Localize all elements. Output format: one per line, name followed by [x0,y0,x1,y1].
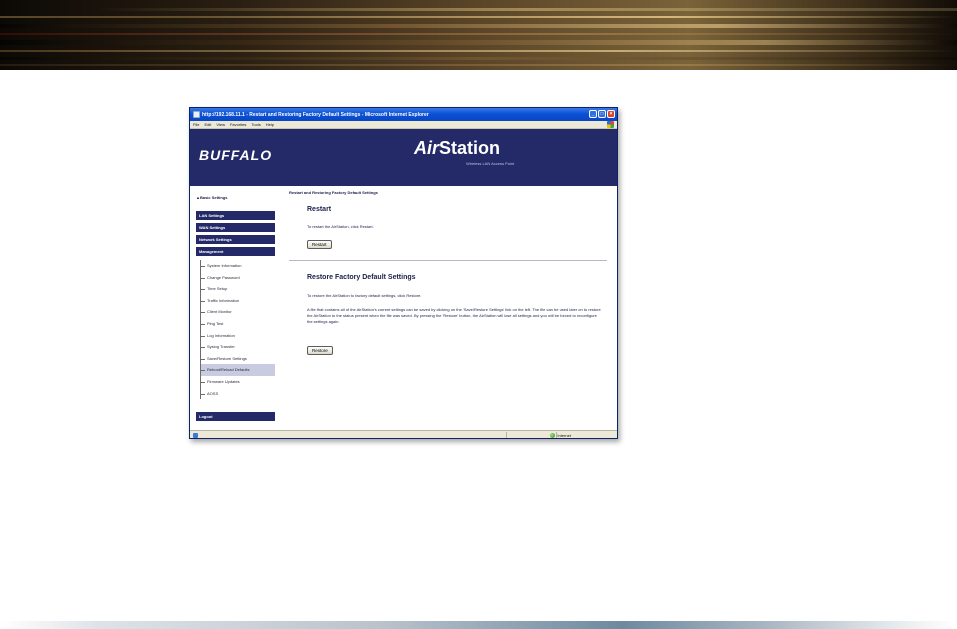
sidebar-item-log-information[interactable]: Log Information [201,330,275,342]
basic-settings-link[interactable]: ▲Basic Settings [196,195,228,200]
sidebar-item-firmware-updates[interactable]: Firmware Updates [201,376,275,388]
menu-bar: File Edit View Favorites Tools Help [190,121,617,129]
restart-button[interactable]: Restart [307,240,332,249]
nav-management[interactable]: Management [196,247,275,257]
window-title: http://192.168.11.1 - Restart and Restor… [202,111,429,118]
product-tagline: Wireless LAN Access Point [466,161,515,166]
nav-wan-settings[interactable]: WAN Settings [196,223,275,233]
sidebar-item-reboot-reload-defaults[interactable]: Reboot/Reload Defaults [201,364,275,376]
menu-view[interactable]: View [216,122,225,127]
security-zone: Internet [550,433,571,438]
sidebar-item-aoss[interactable]: AOSS [201,388,275,400]
restore-button[interactable]: Restore [307,346,333,355]
menu-edit[interactable]: Edit [204,122,211,127]
menu-help[interactable]: Help [266,122,274,127]
sidebar-item-client-monitor[interactable]: Client Monitor [201,306,275,318]
management-submenu: System Information Change Password Time … [200,260,275,400]
bottom-decorative-bar [0,621,957,629]
sidebar-item-syslog-transfer[interactable]: Syslog Transfer [201,341,275,353]
sidebar-item-save-restore-settings[interactable]: Save/Restore Settings [201,353,275,365]
page: http://192.168.11.1 - Restart and Restor… [0,0,957,629]
status-separator [506,432,507,438]
top-banner [0,0,957,70]
browser-window: http://192.168.11.1 - Restart and Restor… [189,107,618,439]
maximize-button[interactable]: □ [598,110,606,118]
restore-heading: Restore Factory Default Settings [307,274,416,281]
product-suffix: Station [439,138,501,158]
nav-lan-settings[interactable]: LAN Settings [196,211,275,221]
buffalo-logo: BUFFALO [199,147,273,163]
restore-description: To restore the AirStation to factory def… [307,293,422,298]
window-controls: _ □ × [589,110,615,118]
section-divider [289,260,607,261]
status-bar: Internet [190,430,617,438]
ie-icon [193,111,200,118]
globe-icon [550,433,556,438]
sidebar-item-time-setup[interactable]: Time Setup [201,283,275,295]
sidebar-item-change-password[interactable]: Change Password [201,272,275,284]
sidebar: ▲Basic Settings LAN Settings WAN Setting… [190,186,282,430]
menu-tools[interactable]: Tools [251,122,260,127]
close-button[interactable]: × [607,110,615,118]
sidebar-item-ping-test[interactable]: Ping Test [201,318,275,330]
sidebar-item-system-information[interactable]: System Information [201,260,275,272]
restore-note: A file that contains all of the AirStati… [307,307,601,325]
page-title: Restart and Restoring Factory Default Se… [289,190,378,195]
main-panel: Restart and Restoring Factory Default Se… [286,186,617,430]
sidebar-item-traffic-information[interactable]: Traffic Information [201,295,275,307]
menu-favorites[interactable]: Favorites [230,122,246,127]
windows-logo-icon [607,121,614,128]
zone-label: Internet [557,433,571,438]
product-prefix: Air [414,138,440,158]
restart-heading: Restart [307,206,332,213]
minimize-button[interactable]: _ [589,110,597,118]
nav-network-settings[interactable]: Network Settings [196,235,275,245]
menu-file[interactable]: File [193,122,199,127]
page-status-icon [193,433,198,438]
restart-description: To restart the AirStation, click Restart… [307,224,374,229]
content-area: ▲Basic Settings LAN Settings WAN Setting… [190,186,617,430]
logout-button[interactable]: Logout [196,412,275,422]
window-titlebar[interactable]: http://192.168.11.1 - Restart and Restor… [190,108,617,121]
router-header: BUFFALO AirStation Wireless LAN Access P… [190,129,617,186]
airstation-logo: AirStation [414,138,500,159]
